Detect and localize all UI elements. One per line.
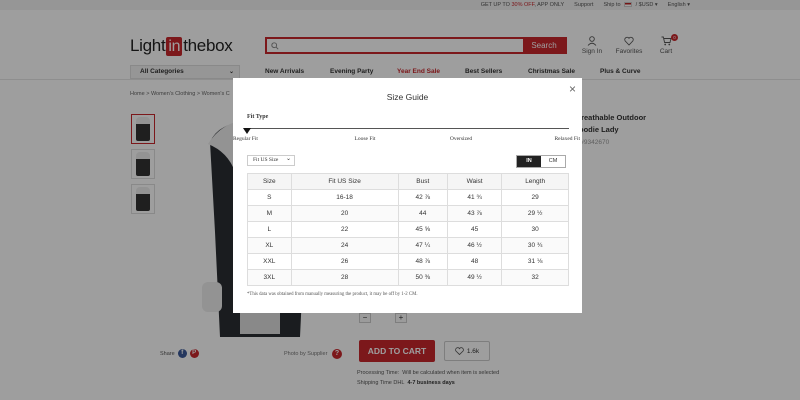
table-cell: 41 ¾ xyxy=(446,189,503,206)
table-cell: 16-18 xyxy=(290,189,399,206)
unit-toggle: IN CM xyxy=(516,155,566,168)
unit-cm-button[interactable]: CM xyxy=(541,156,565,167)
size-system-select[interactable]: Fit US Size ⌄ xyxy=(247,155,295,166)
table-row: L 22 45 ⅝ 45 30 xyxy=(247,221,569,238)
table-cell: 30 ¾ xyxy=(501,237,569,254)
table-cell: XXL xyxy=(247,253,292,270)
column-header: Length xyxy=(501,173,569,190)
table-cell: 44 xyxy=(397,205,448,222)
table-cell: 48 xyxy=(446,253,503,270)
column-header: Size xyxy=(247,173,292,190)
close-icon[interactable]: × xyxy=(569,82,576,96)
table-cell: 49 ½ xyxy=(446,269,503,286)
column-header: Bust xyxy=(397,173,448,190)
measurement-note: *This data was obtained from manually me… xyxy=(247,292,418,297)
size-guide-modal: Size Guide × Fit Type Regular Fit Loose … xyxy=(233,78,582,313)
table-cell: 29 ½ xyxy=(501,205,569,222)
table-cell: 48 ⅞ xyxy=(397,253,448,270)
table-cell: M xyxy=(247,205,292,222)
table-cell: S xyxy=(247,189,292,206)
table-header-row: Size Fit US Size Bust Waist Length xyxy=(247,173,569,190)
fit-type-scale xyxy=(247,128,569,129)
table-cell: 20 xyxy=(290,205,399,222)
table-row: S 16-18 42 ⅞ 41 ¾ 29 xyxy=(247,189,569,206)
table-cell: 3XL xyxy=(247,269,292,286)
table-cell: 29 xyxy=(501,189,569,206)
table-cell: 28 xyxy=(290,269,399,286)
table-row: XL 24 47 ¼ 46 ½ 30 ¾ xyxy=(247,237,569,254)
table-row: XXL 26 48 ⅞ 48 31 ⅛ xyxy=(247,253,569,270)
table-cell: 45 ⅝ xyxy=(397,221,448,238)
fit-option-relaxed: Relaxed Fit xyxy=(554,136,580,142)
table-cell: 31 ⅛ xyxy=(501,253,569,270)
table-cell: 26 xyxy=(290,253,399,270)
fit-option-regular: Regular Fit xyxy=(233,136,258,142)
fit-type-label: Fit Type xyxy=(247,114,269,120)
table-cell: 50 ⅜ xyxy=(397,269,448,286)
unit-in-button[interactable]: IN xyxy=(517,156,541,167)
table-cell: 46 ½ xyxy=(446,237,503,254)
table-cell: 43 ⅞ xyxy=(446,205,503,222)
fit-option-oversized: Oversized xyxy=(449,136,473,142)
modal-title: Size Guide xyxy=(386,92,429,102)
table-cell: 32 xyxy=(501,269,569,286)
column-header: Fit US Size xyxy=(290,173,399,190)
table-cell: 42 ⅞ xyxy=(397,189,448,206)
table-cell: 45 xyxy=(446,221,503,238)
column-header: Waist xyxy=(446,173,503,190)
table-cell: L xyxy=(247,221,292,238)
table-row: 3XL 28 50 ⅜ 49 ½ 32 xyxy=(247,269,569,286)
table-row: M 20 44 43 ⅞ 29 ½ xyxy=(247,205,569,222)
chevron-down-icon: ⌄ xyxy=(285,156,291,162)
table-cell: 24 xyxy=(290,237,399,254)
size-table: Size Fit US Size Bust Waist Length S 16-… xyxy=(247,173,569,286)
table-cell: 22 xyxy=(290,221,399,238)
table-cell: XL xyxy=(247,237,292,254)
table-cell: 47 ¼ xyxy=(397,237,448,254)
table-cell: 30 xyxy=(501,221,569,238)
fit-type-marker xyxy=(243,128,251,134)
fit-option-loose: Loose Fit xyxy=(354,136,376,142)
